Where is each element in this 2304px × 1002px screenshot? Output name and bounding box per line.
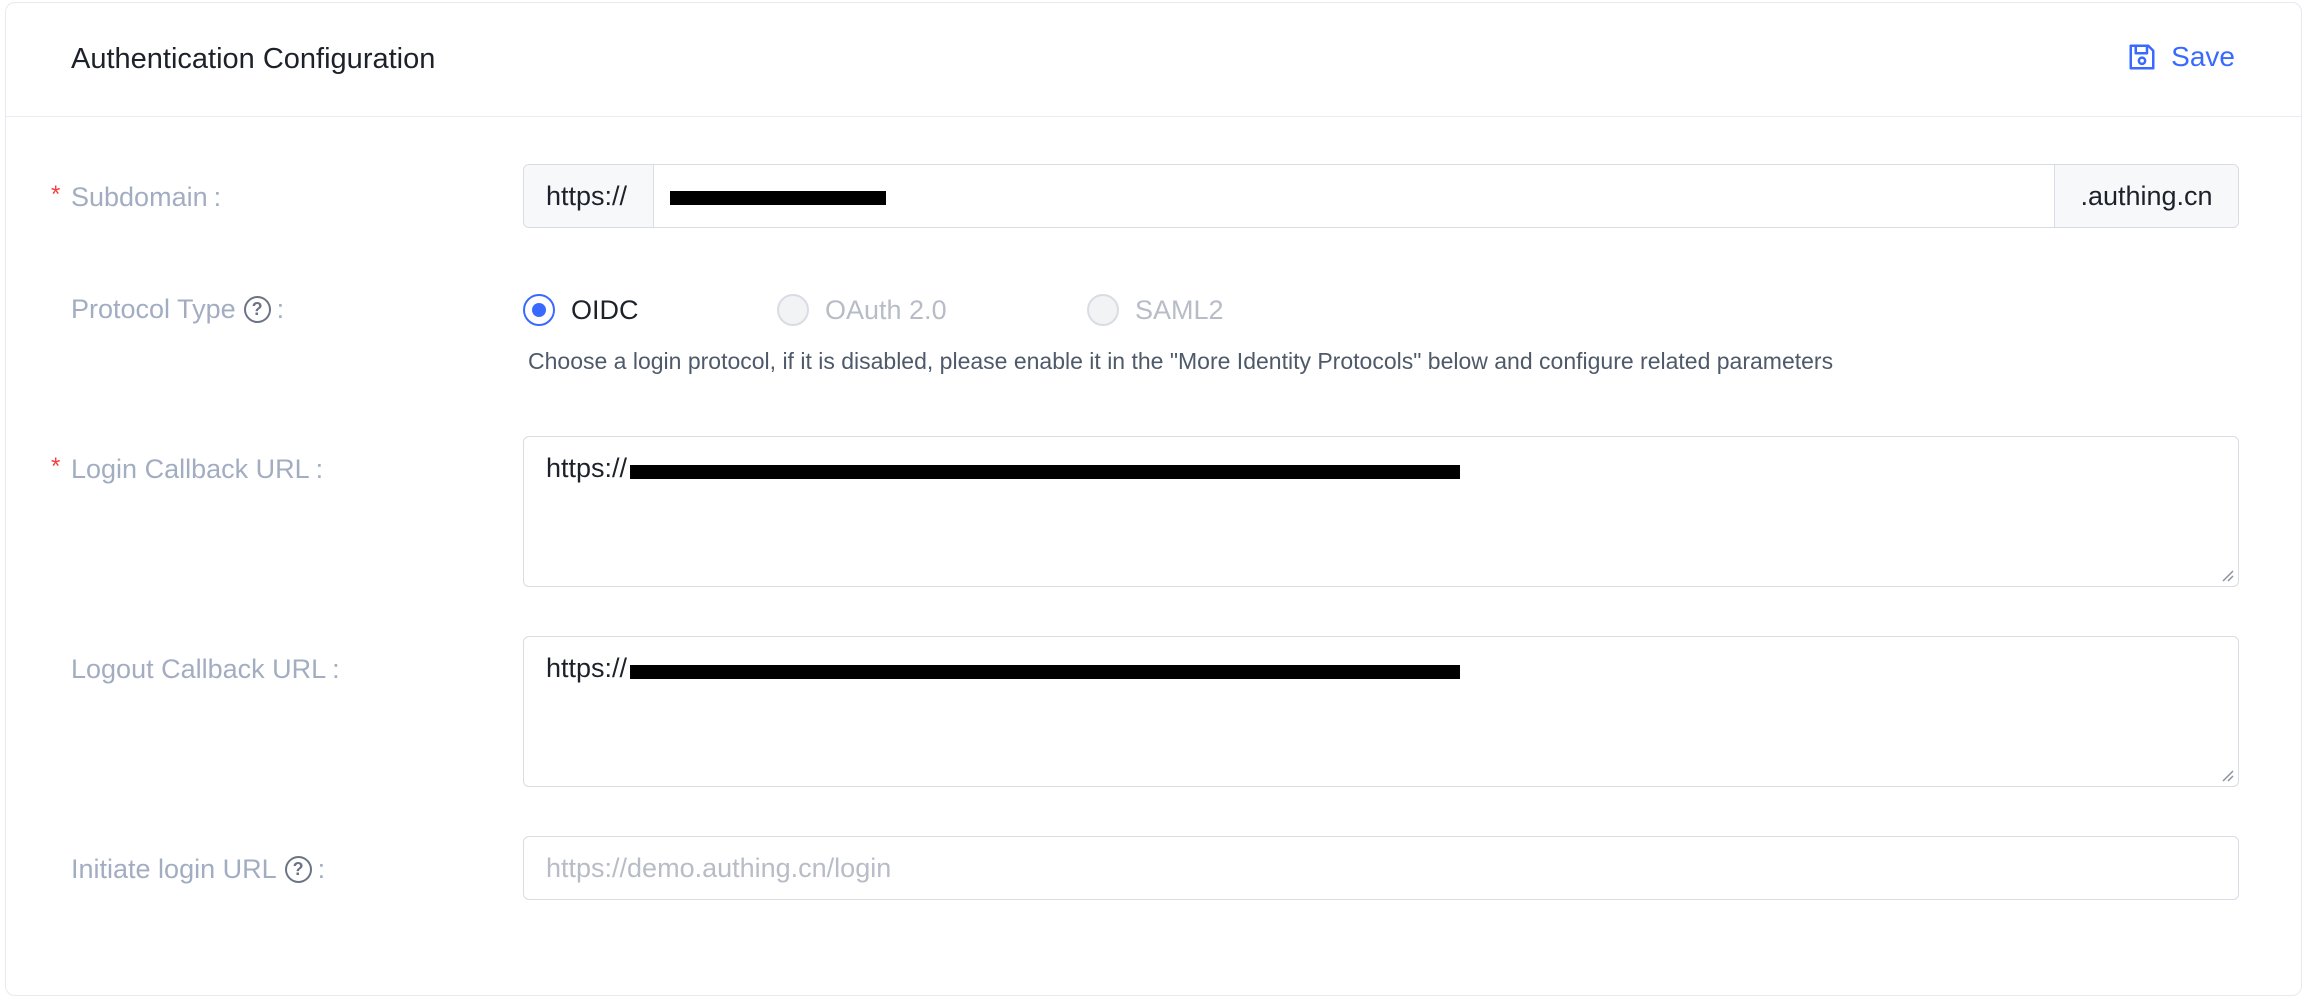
resize-handle-icon[interactable] [2219, 767, 2235, 783]
help-icon[interactable]: ? [284, 856, 312, 883]
radio-checked-icon [523, 294, 555, 326]
protocol-help-text: Choose a login protocol, if it is disabl… [528, 348, 1834, 374]
login-callback-label: * Login Callback URL: [51, 453, 324, 484]
radio-oidc[interactable]: OIDC [523, 294, 639, 326]
page-title: Authentication Configuration [71, 43, 436, 75]
logout-callback-textarea[interactable]: https:// [523, 636, 2239, 787]
logout-callback-label: Logout Callback URL: [71, 654, 340, 684]
initiate-login-label: Initiate login URL ? : [71, 854, 326, 884]
subdomain-input-group: https:// .authing.cn [523, 164, 2239, 228]
required-mark: * [51, 453, 61, 480]
radio-unchecked-icon [777, 294, 809, 326]
login-callback-textarea[interactable]: https:// [523, 436, 2239, 587]
save-icon [2129, 44, 2155, 70]
redacted-value [630, 665, 1460, 679]
save-label: Save [2171, 41, 2235, 72]
required-mark: * [51, 181, 61, 208]
auth-config-card: Authentication Configuration Save * Subd… [5, 2, 2302, 996]
subdomain-label: * Subdomain: [51, 181, 222, 212]
radio-unchecked-icon [1087, 294, 1119, 326]
initiate-login-input[interactable] [523, 836, 2239, 900]
subdomain-input[interactable] [654, 165, 2054, 227]
help-icon[interactable]: ? [243, 296, 271, 323]
radio-saml2[interactable]: SAML2 [1087, 294, 1224, 326]
radio-oauth2[interactable]: OAuth 2.0 [777, 294, 947, 326]
save-button[interactable]: Save [2127, 41, 2235, 73]
redacted-value [670, 191, 886, 205]
card-header: Authentication Configuration Save [6, 3, 2301, 117]
subdomain-suffix: .authing.cn [2054, 165, 2238, 227]
subdomain-prefix: https:// [524, 165, 654, 227]
resize-handle-icon[interactable] [2219, 567, 2235, 583]
protocol-label: Protocol Type ? : [71, 294, 285, 324]
redacted-value [630, 465, 1460, 479]
